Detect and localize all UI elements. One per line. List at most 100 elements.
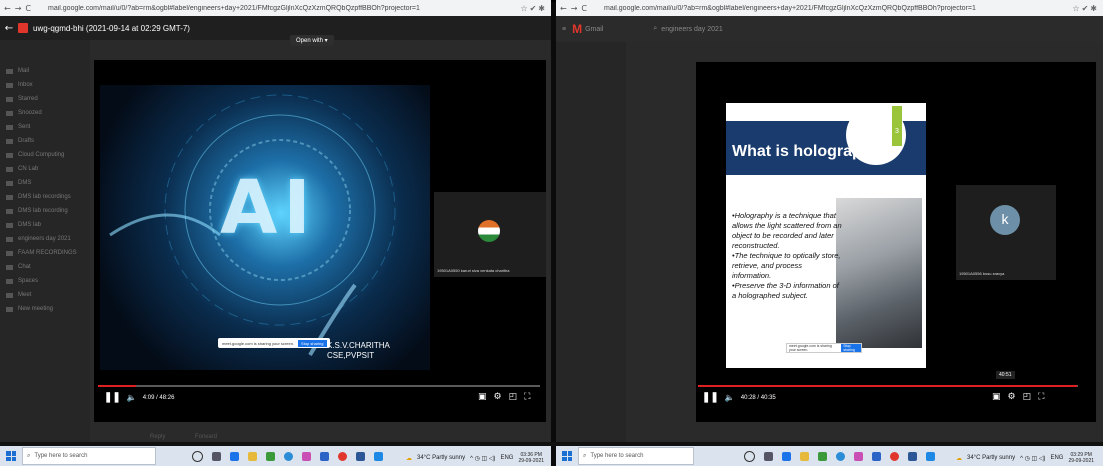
url-text[interactable]: mail.google.com/mail/u/0/?ab=rm&ogbl#lab… — [48, 5, 477, 12]
sidebar-item[interactable]: FAAM RECORDINGS — [0, 246, 90, 260]
address-bar[interactable]: ←→C mail.google.com/mail/u/0/?ab=rm&ogbl… — [556, 0, 1103, 17]
slide-ai-text: AI — [220, 165, 317, 251]
extension-icons[interactable]: ☆✔✱ — [1029, 4, 1103, 13]
taskbar-search-placeholder: Type here to search — [34, 453, 88, 459]
viewer-toolbar: ← uwg-qgmd-bhi (2021-09-14 at 02:29 GMT-… — [0, 16, 551, 40]
weather-text[interactable]: 34°C Partly sunny — [967, 455, 1015, 461]
stop-sharing-button[interactable]: Stop sharing — [841, 344, 861, 352]
mail-icon[interactable] — [320, 451, 329, 461]
task-view-icon[interactable] — [212, 451, 221, 461]
cortana-icon[interactable] — [744, 450, 755, 462]
store-icon[interactable] — [782, 451, 791, 461]
sidebar-item[interactable]: Starred — [0, 92, 90, 106]
nav-buttons[interactable]: ←→C — [0, 4, 48, 13]
url-text[interactable]: mail.google.com/mail/u/0/?ab=rm&ogbl#lab… — [604, 5, 1029, 12]
folder-icon[interactable] — [248, 451, 257, 461]
cortana-icon[interactable] — [192, 450, 203, 462]
sidebar-item[interactable]: Sent — [0, 120, 90, 134]
sidebar-item[interactable]: Inbox — [0, 78, 90, 92]
miniplayer-icon[interactable]: ◰ — [509, 392, 518, 402]
time-display: 4:09 / 48:26 — [142, 394, 175, 401]
forward-label[interactable]: Forward — [195, 434, 217, 440]
pause-icon[interactable]: ❚❚ — [104, 392, 121, 403]
app-icon[interactable] — [854, 451, 863, 461]
extension-icons[interactable]: ☆✔✱ — [477, 4, 551, 13]
taskbar-search[interactable]: ⌕ Type here to search — [22, 447, 156, 465]
share-bar-text: meet.google.com is sharing your screen. — [789, 344, 832, 352]
folder-icon[interactable] — [800, 451, 809, 461]
photos-icon[interactable] — [374, 451, 383, 461]
word-icon[interactable] — [356, 451, 365, 461]
task-view-icon[interactable] — [764, 451, 773, 461]
participant-avatar: k — [990, 205, 1020, 235]
slide-bullets: •Holography is a technique that allows t… — [732, 211, 842, 301]
sidebar-item[interactable]: CN Lab — [0, 162, 90, 176]
sidebar-item[interactable]: DMS lab — [0, 218, 90, 232]
volume-icon[interactable]: 🔈 — [127, 393, 137, 402]
system-tray: ☁ 34°C Partly sunny ^ ◷ ◫ ◁) ENG 03:36 P… — [406, 452, 544, 464]
edge-icon[interactable] — [284, 451, 293, 461]
volume-icon[interactable]: 🔈 — [725, 393, 735, 402]
weather-text[interactable]: 34°C Partly sunny — [417, 455, 465, 461]
sidebar-item[interactable]: Mail — [0, 64, 90, 78]
video-progress-bar[interactable] — [698, 385, 1078, 387]
sidebar-item[interactable]: Spaces — [0, 274, 90, 288]
address-bar[interactable]: ←→C mail.google.com/mail/u/0/?ab=rm&ogbl… — [0, 0, 551, 17]
settings-icon[interactable]: ⚙ — [494, 392, 502, 402]
captions-icon[interactable]: ▣ — [992, 392, 1001, 402]
video-progress-bar[interactable] — [98, 385, 540, 387]
gmail-header: ≡ M Gmail ⌕ engineers day 2021 — [556, 16, 1103, 42]
nav-buttons[interactable]: ←→C — [556, 4, 604, 13]
fullscreen-icon[interactable]: ⛶ — [524, 392, 530, 402]
sidebar-item[interactable]: New meeting — [0, 302, 90, 316]
sidebar-item[interactable]: Chat — [0, 260, 90, 274]
sidebar-item[interactable]: DMS — [0, 176, 90, 190]
stop-sharing-button[interactable]: Stop sharing — [298, 339, 327, 347]
video-controls-right: ▣ ⚙ ◰ ⛶ — [478, 392, 530, 402]
participant-name: 19501A0556 bosu sravya — [959, 271, 1005, 276]
search-box[interactable]: engineers day 2021 — [661, 26, 723, 33]
windows-start-icon[interactable] — [562, 451, 572, 461]
fullscreen-icon[interactable]: ⛶ — [1038, 392, 1044, 402]
tray-icons[interactable]: ^ ◷ ◫ ◁) — [470, 455, 495, 462]
clock[interactable]: 03:29 PM 29-09-2021 — [1068, 452, 1094, 464]
caption-dept: CSE,PVPSIT — [327, 351, 375, 360]
reply-label[interactable]: Reply — [150, 434, 165, 440]
sidebar-item[interactable]: Cloud Computing — [0, 148, 90, 162]
app-icon[interactable] — [302, 451, 311, 461]
chrome-icon[interactable] — [338, 451, 347, 461]
sidebar-item[interactable]: Drafts — [0, 134, 90, 148]
lang-label[interactable]: ENG — [500, 455, 513, 461]
slide-title: What is holography? — [732, 143, 891, 160]
search-icon: ⌕ — [583, 452, 587, 459]
word-icon[interactable] — [908, 451, 917, 461]
sidebar-item[interactable]: Meet — [0, 288, 90, 302]
sidebar-item[interactable]: DMS lab recordings — [0, 190, 90, 204]
slide-number-badge: 3 — [892, 106, 902, 146]
slide-photo — [836, 198, 922, 348]
store-icon[interactable] — [230, 451, 239, 461]
chrome-icon[interactable] — [890, 451, 899, 461]
weather-icon: ☁ — [406, 455, 412, 462]
paint-icon[interactable] — [266, 451, 275, 461]
pause-icon[interactable]: ❚❚ — [702, 392, 719, 403]
lang-label[interactable]: ENG — [1050, 455, 1063, 461]
miniplayer-icon[interactable]: ◰ — [1023, 392, 1032, 402]
settings-icon[interactable]: ⚙ — [1008, 392, 1016, 402]
windows-start-icon[interactable] — [6, 451, 16, 461]
taskbar-search[interactable]: ⌕ Type here to search — [578, 447, 694, 465]
open-with-button[interactable]: Open with ▾ — [290, 35, 334, 46]
photos-icon[interactable] — [926, 451, 935, 461]
mail-icon[interactable] — [872, 451, 881, 461]
tray-icons[interactable]: ^ ◷ ◫ ◁) — [1020, 455, 1045, 462]
menu-icon[interactable]: ≡ — [562, 26, 566, 33]
sidebar-item[interactable]: engineers day 2021 — [0, 232, 90, 246]
sidebar-item[interactable]: DMS lab recording — [0, 204, 90, 218]
back-arrow-icon[interactable]: ← — [0, 23, 18, 34]
search-icon[interactable]: ⌕ — [653, 25, 657, 33]
clock[interactable]: 03:36 PM 29-09-2021 — [518, 452, 544, 464]
paint-icon[interactable] — [818, 451, 827, 461]
captions-icon[interactable]: ▣ — [478, 392, 487, 402]
edge-icon[interactable] — [836, 451, 845, 461]
sidebar-item[interactable]: Snoozed — [0, 106, 90, 120]
